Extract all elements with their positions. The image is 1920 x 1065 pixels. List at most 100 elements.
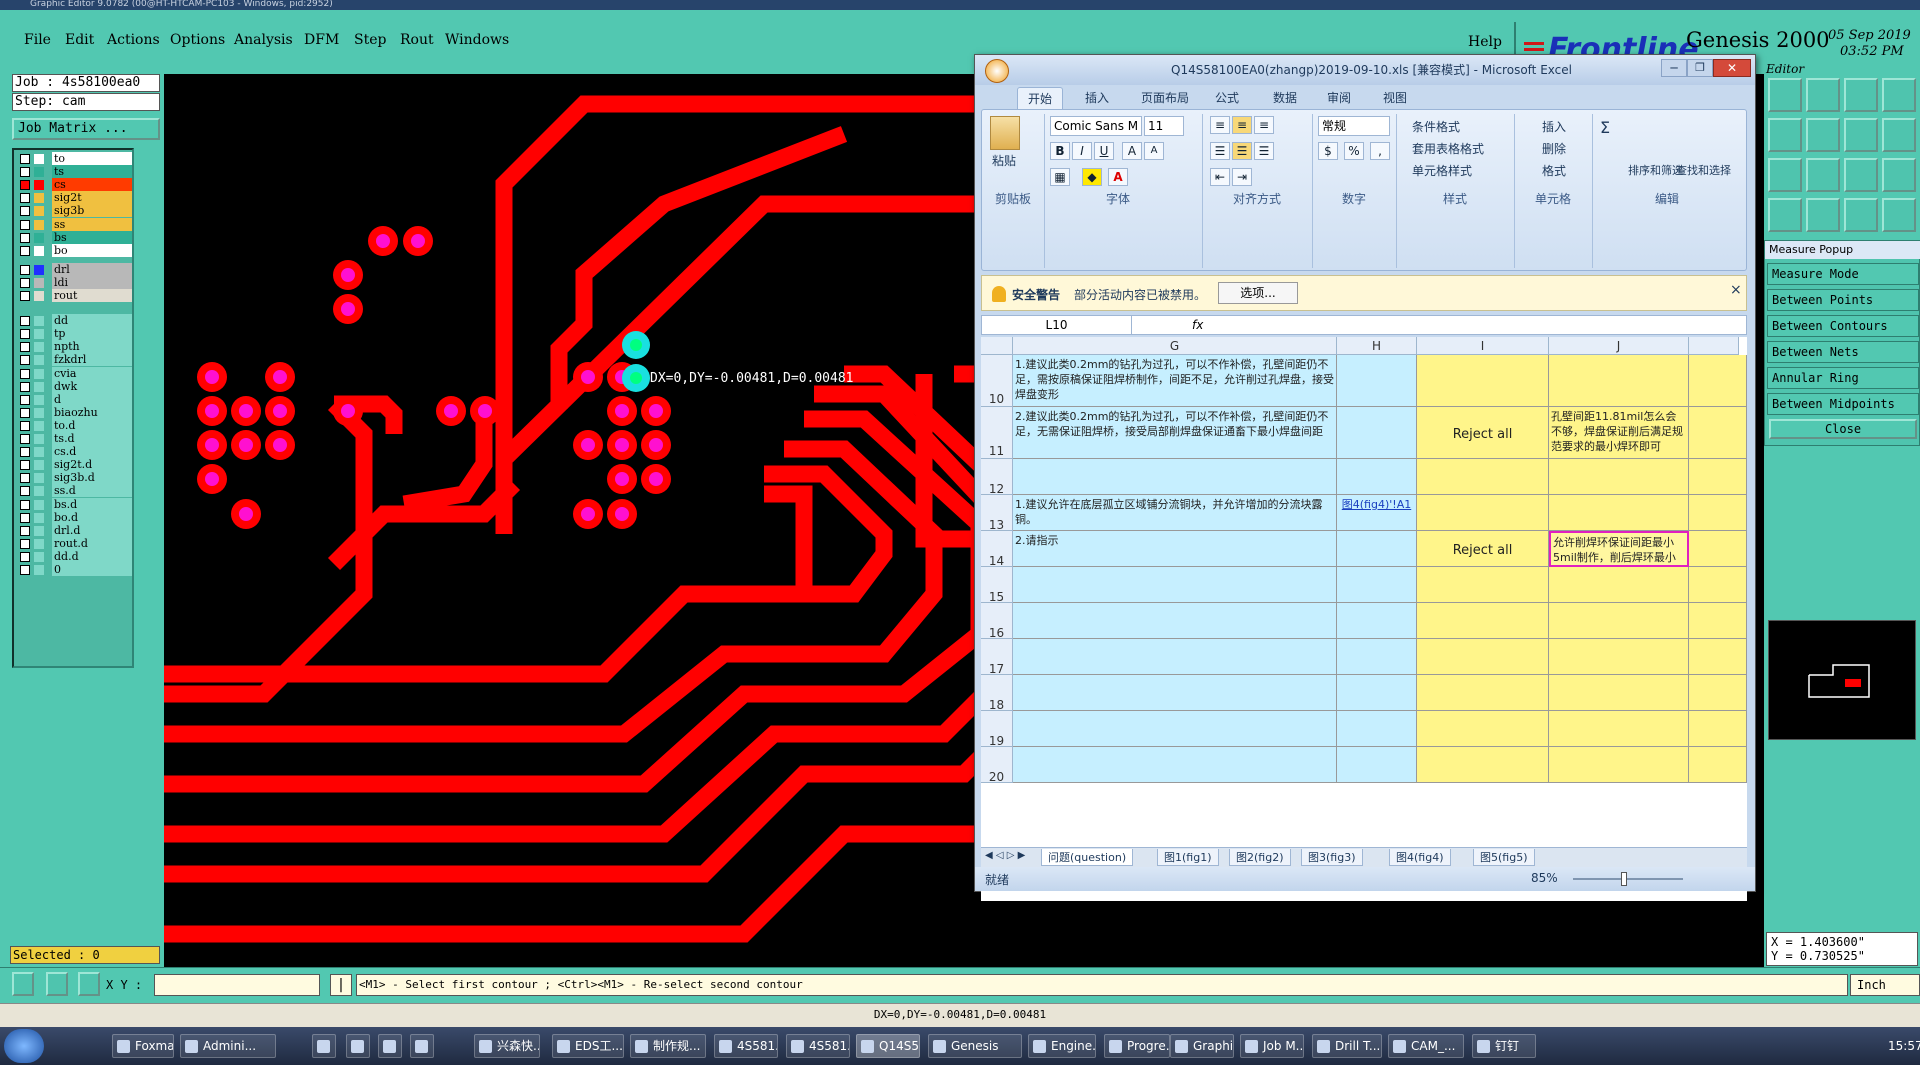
font-name-select[interactable]: Comic Sans M — [1050, 116, 1142, 136]
border-icon[interactable]: ▦ — [1050, 168, 1070, 186]
measure-mode-item[interactable]: Between Midpoints — [1767, 393, 1919, 415]
taskbar-item[interactable]: 4S581... — [714, 1034, 778, 1058]
layer-name[interactable]: drl.d — [52, 523, 132, 537]
font-color-icon[interactable]: A — [1108, 168, 1128, 186]
menu-file[interactable]: File — [24, 32, 51, 48]
layer-checkbox[interactable] — [20, 460, 30, 471]
taskbar-item[interactable]: 4S581... — [786, 1034, 850, 1058]
grow-font-icon[interactable]: A — [1122, 142, 1142, 160]
col-header-k[interactable] — [1689, 337, 1739, 355]
align-top-icon[interactable]: ≡ — [1210, 116, 1230, 134]
cell-i[interactable]: Reject all — [1417, 407, 1549, 459]
layer-checkbox[interactable] — [20, 316, 30, 327]
cell-j[interactable] — [1549, 639, 1689, 675]
cell-k[interactable] — [1689, 567, 1747, 603]
underline-button[interactable]: U — [1094, 142, 1114, 160]
fill-color-icon[interactable]: ◆ — [1082, 168, 1102, 186]
close-icon[interactable]: ✕ — [1713, 59, 1751, 77]
ribbon-tab[interactable]: 审阅 — [1317, 87, 1361, 109]
outdent-icon[interactable]: ⇥ — [1232, 168, 1252, 186]
row-header[interactable]: 17 — [981, 639, 1013, 676]
layer-checkbox[interactable] — [20, 342, 30, 353]
layer-name[interactable]: 0 — [52, 563, 132, 576]
options-button[interactable]: 选项... — [1218, 282, 1298, 304]
grid-tool-icon[interactable] — [78, 972, 100, 996]
cell-h[interactable] — [1337, 531, 1417, 567]
row-header[interactable]: 14 — [981, 531, 1013, 568]
cell-k[interactable] — [1689, 495, 1747, 531]
taskbar-item[interactable]: Drill T... — [1312, 1034, 1382, 1058]
layer-name[interactable]: dwk — [52, 379, 132, 393]
layer-color-swatch[interactable] — [34, 499, 44, 510]
cell-j[interactable] — [1549, 567, 1689, 603]
layer-color-swatch[interactable] — [34, 538, 44, 549]
layer-color-swatch[interactable] — [34, 316, 44, 327]
layer-color-swatch[interactable] — [34, 381, 44, 392]
layer-row-tp[interactable]: tp — [16, 327, 132, 341]
cell-j[interactable] — [1549, 355, 1689, 407]
number-format-select[interactable]: 常规 — [1318, 116, 1390, 136]
layer-name[interactable]: ts — [52, 165, 132, 179]
cell-i[interactable] — [1417, 711, 1549, 747]
row-header[interactable]: 10 — [981, 355, 1013, 407]
cell-h[interactable] — [1337, 603, 1417, 639]
layer-row-dd[interactable]: dd — [16, 314, 132, 328]
layer-color-swatch[interactable] — [34, 525, 44, 536]
font-size-select[interactable]: 11 — [1144, 116, 1184, 136]
ribbon-tab[interactable]: 视图 — [1373, 87, 1417, 109]
layer-row-dd.d[interactable]: dd.d — [16, 549, 132, 564]
layer-name[interactable]: bo.d — [52, 510, 132, 524]
cell-i[interactable] — [1417, 495, 1549, 531]
row-header[interactable]: 18 — [981, 675, 1013, 712]
formula-input[interactable] — [1218, 316, 1738, 334]
cell-k[interactable] — [1689, 711, 1747, 747]
find-select-button[interactable]: 查找和选择 — [1676, 162, 1731, 178]
menu-step[interactable]: Step — [354, 32, 386, 48]
layer-name[interactable]: dd.d — [52, 549, 132, 563]
cell-i[interactable] — [1417, 355, 1549, 407]
layer-checkbox[interactable] — [20, 447, 30, 458]
cell-g[interactable]: 2.建议此类0.2mm的钻孔为过孔，可以不作补偿，孔壁间距仍不足，无需保证阻焊桥… — [1013, 407, 1337, 459]
pipe-button[interactable]: | — [330, 974, 352, 996]
layer-up-icon[interactable] — [1768, 78, 1802, 112]
layer-row-sig2t[interactable]: sig2t — [16, 191, 132, 205]
cell-i[interactable] — [1417, 675, 1549, 711]
layer-name[interactable]: ss — [52, 217, 132, 231]
conditional-format-button[interactable]: 条件格式 — [1412, 118, 1460, 135]
sheet-tab[interactable]: 图1(fig1) — [1157, 849, 1219, 866]
taskbar-item[interactable] — [346, 1034, 370, 1058]
align-bottom-icon[interactable]: ≡ — [1254, 116, 1274, 134]
percent-icon[interactable]: % — [1344, 142, 1364, 160]
layer-checkbox[interactable] — [20, 407, 30, 418]
layer-row-d[interactable]: d — [16, 392, 132, 407]
layer-name[interactable]: sig3b — [52, 204, 132, 218]
taskbar-item[interactable] — [378, 1034, 402, 1058]
layer-checkbox[interactable] — [20, 154, 30, 164]
query-icon[interactable] — [1882, 158, 1916, 192]
layer-down-icon[interactable] — [1806, 78, 1840, 112]
scale-icon[interactable] — [1844, 158, 1878, 192]
menu-options[interactable]: Options — [170, 32, 225, 48]
paste-icon[interactable] — [990, 116, 1020, 150]
taskbar-item[interactable]: Progre... — [1104, 1034, 1170, 1058]
taskbar-item[interactable]: 兴森快... — [474, 1034, 540, 1058]
layer-color-swatch[interactable] — [34, 551, 44, 562]
sort-filter-button[interactable]: 排序和筛选 — [1628, 162, 1683, 178]
layer-checkbox[interactable] — [20, 394, 30, 405]
layer-name[interactable]: drl — [52, 262, 132, 276]
net-icon[interactable] — [1844, 198, 1878, 232]
insert-cells-button[interactable]: 插入 — [1542, 118, 1566, 135]
cell-j[interactable] — [1549, 675, 1689, 711]
measure-mode-item[interactable]: Between Nets — [1767, 341, 1919, 363]
layer-checkbox[interactable] — [20, 499, 30, 510]
sheet-grid[interactable]: G H I J 10 1.建议此类0.2mm的钻孔为过孔，可以不作补偿，孔壁间距仍… — [981, 337, 1747, 901]
cell-k[interactable] — [1689, 459, 1747, 495]
layer-row-sig3b[interactable]: sig3b — [16, 204, 132, 218]
layer-row-sig3b.d[interactable]: sig3b.d — [16, 471, 132, 485]
layer-row-rout.d[interactable]: rout.d — [16, 536, 132, 551]
cell-k[interactable] — [1689, 531, 1747, 567]
job-matrix-button[interactable]: Job Matrix ... — [12, 118, 160, 140]
layer-row-to[interactable]: to — [16, 152, 132, 166]
xy-input[interactable] — [154, 974, 320, 996]
cell-g[interactable] — [1013, 567, 1337, 603]
